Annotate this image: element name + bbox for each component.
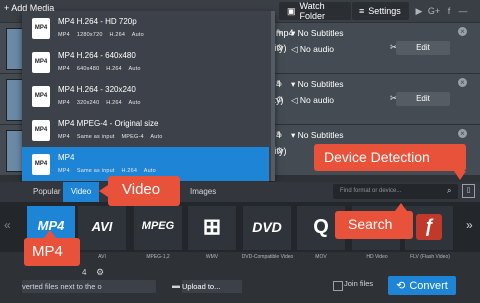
audio-label: No audio: [299, 95, 334, 105]
preset-specs: MP4 640x480 H.264 Auto: [58, 66, 141, 72]
minimize-icon[interactable]: ―: [456, 4, 470, 18]
preset-specs: MP4 320x240 H.264 Auto: [58, 100, 141, 106]
mp4-file-icon: MP4: [32, 120, 50, 141]
folder-icon: ▣: [287, 5, 296, 16]
format-tile-dvd[interactable]: DVD: [243, 206, 291, 250]
callout-search: Search: [335, 203, 413, 239]
callout-arrow: [99, 185, 108, 197]
pencil-icon[interactable]: ✎: [276, 79, 283, 88]
format-settings-gear-icon[interactable]: ⚙: [96, 267, 104, 278]
format-label: FLV (Flash Video): [410, 254, 450, 260]
settings-icon: ≡: [359, 6, 365, 16]
save-to-dropdown[interactable]: verted files next to the o: [22, 280, 156, 293]
watch-folder-label: Watch Folder: [299, 1, 326, 21]
mp4-file-icon: MP4: [32, 154, 50, 175]
preset-item[interactable]: MP4 MP4 MPEG-4 - Original size MP4 Same …: [22, 113, 269, 148]
callout-text: Video: [122, 181, 161, 198]
format-label: MPEG-1,2: [146, 254, 170, 260]
save-to-label: verted files next to the o: [22, 282, 102, 291]
convert-icon: ⟲: [396, 280, 406, 292]
format-label: WMV: [205, 254, 219, 260]
search-placeholder: Find format or device...: [340, 188, 402, 194]
scroll-right-icon[interactable]: »: [466, 218, 473, 232]
format-tile-avi[interactable]: AVI: [78, 206, 126, 250]
close-icon[interactable]: ×: [458, 129, 467, 138]
facebook-icon[interactable]: f: [442, 4, 456, 18]
callout-text: Device Detection: [324, 149, 430, 165]
youtube-icon[interactable]: ▶: [412, 4, 426, 18]
callout-mp4: MP4: [24, 230, 80, 266]
subtitles-dropdown[interactable]: ▾ No Subtitles: [291, 130, 343, 141]
format-tile-wmv[interactable]: ⊞: [188, 206, 236, 250]
callout-arrow: [454, 171, 466, 180]
upload-to-dropdown[interactable]: Upload to...: [182, 280, 242, 293]
edit-button[interactable]: Edit: [396, 92, 450, 106]
pencil-icon[interactable]: ✎: [276, 28, 283, 37]
settings-button[interactable]: ≡ Settings: [352, 2, 409, 20]
tab-video[interactable]: Video: [63, 182, 99, 202]
pencil-icon[interactable]: ✎: [276, 130, 283, 139]
callout-device-detection: Device Detection: [314, 144, 466, 180]
upload-label: Upload to...: [182, 282, 221, 291]
close-icon[interactable]: ×: [458, 27, 467, 36]
mp4-file-icon: MP4: [32, 52, 50, 73]
mpeg-logo: MPEG: [141, 220, 175, 232]
preset-specs: MP4 1280x720 H.264 Auto: [58, 32, 144, 38]
callout-text: MP4: [32, 243, 63, 260]
close-icon[interactable]: ×: [458, 78, 467, 87]
preset-title: MP4: [58, 153, 75, 162]
callout-video: Video: [99, 176, 180, 206]
callout-arrow: [395, 203, 407, 211]
callout-text: Search: [348, 216, 393, 232]
subtitles-label: No Subtitles: [297, 79, 344, 89]
preset-specs: MP4 Same as input H.264 Auto: [58, 168, 156, 174]
preset-title: MP4 H.264 - 640x480: [58, 51, 136, 60]
settings-label: Settings: [368, 6, 401, 16]
join-files-label: Join files: [344, 279, 374, 288]
settings-gear-icon[interactable]: ⚙: [276, 95, 283, 104]
convert-label: Convert: [409, 279, 448, 292]
settings-gear-icon[interactable]: ⚙: [276, 146, 283, 155]
google-plus-icon[interactable]: G+: [427, 4, 441, 18]
watch-folder-button[interactable]: ▣ Watch Folder: [279, 1, 351, 21]
search-icon[interactable]: ⌕: [447, 186, 451, 196]
preset-title: MP4 MPEG-4 - Original size: [58, 119, 159, 128]
preset-specs: MP4 Same as input MPEG-4 Auto: [58, 134, 163, 140]
device-detection-icon[interactable]: ▯: [462, 184, 475, 198]
avi-logo: AVI: [91, 219, 113, 234]
subtitles-dropdown[interactable]: ▾ No Subtitles: [291, 79, 343, 90]
preset-item[interactable]: MP4 MP4 H.264 - 640x480 MP4 640x480 H.26…: [22, 45, 269, 80]
format-label: HD Video: [366, 254, 388, 260]
preset-item[interactable]: MP4 MP4 H.264 - HD 720p MP4 1280x720 H.2…: [22, 11, 269, 46]
format-label: AVI: [98, 254, 106, 260]
edit-button[interactable]: Edit: [396, 41, 450, 55]
dvd-logo: DVD: [252, 219, 282, 235]
preset-item[interactable]: MP4 MP4 H.264 - 320x240 MP4 320x240 H.26…: [22, 79, 269, 114]
preset-dropdown: MP4 MP4 H.264 - HD 720p MP4 1280x720 H.2…: [22, 11, 275, 182]
mp4-file-icon: MP4: [32, 18, 50, 39]
subtitles-label: No Subtitles: [297, 28, 344, 38]
dropdown-scrollbar[interactable]: [271, 11, 275, 181]
audio-label: No audio: [299, 44, 334, 54]
output-format-label: 4: [82, 268, 87, 277]
preset-title: MP4 H.264 - 320x240: [58, 85, 136, 94]
format-label: DVD-Compatible Video: [241, 254, 294, 260]
mp4-file-icon: MP4: [32, 86, 50, 107]
callout-arrow: [44, 230, 56, 238]
format-label: MOV: [315, 254, 327, 260]
audio-dropdown[interactable]: ◁ No audio: [291, 95, 334, 106]
preset-title: MP4 H.264 - HD 720p: [58, 17, 137, 26]
subtitles-label: No Subtitles: [297, 130, 344, 140]
audio-dropdown[interactable]: ◁ No audio: [291, 44, 334, 55]
convert-button[interactable]: ⟲ Convert: [388, 276, 456, 295]
tab-images[interactable]: Images: [190, 182, 216, 202]
tab-popular[interactable]: Popular: [33, 182, 61, 202]
folder-icon[interactable]: ▬: [172, 281, 180, 290]
scroll-left-icon[interactable]: «: [4, 218, 11, 232]
format-tile-mpeg[interactable]: MPEG: [134, 206, 182, 250]
settings-gear-icon[interactable]: ⚙: [276, 43, 283, 52]
subtitles-dropdown[interactable]: ▾ No Subtitles: [291, 28, 343, 39]
windows-logo: ⊞: [202, 214, 222, 239]
join-files-checkbox[interactable]: [333, 281, 343, 291]
